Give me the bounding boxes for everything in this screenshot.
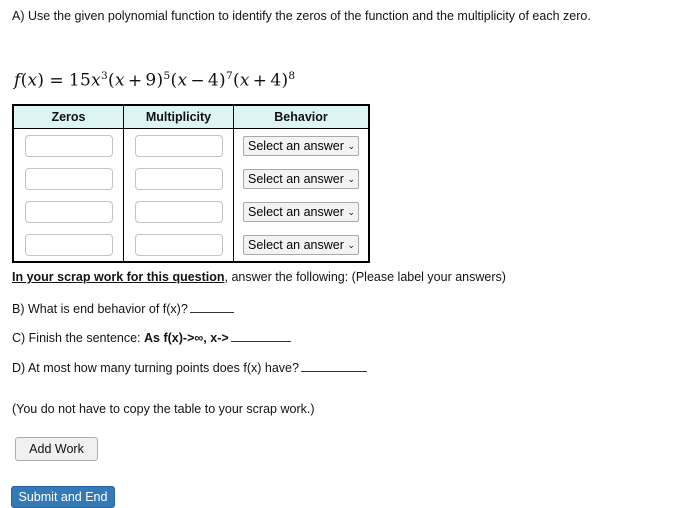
column-header-zeros: Zeros [12,104,124,129]
question-page: A) Use the given polynomial function to … [0,0,700,508]
formula-factor3-variable: x [239,70,250,91]
behavior-select-3[interactable]: Select an answer ⌄ [243,201,359,222]
answer-blank-d [300,371,367,372]
chevron-down-icon: ⌄ [347,140,355,151]
question-part-b-text: B) What is end behavior of f(x)? [12,302,188,316]
zero-input-2[interactable] [24,167,113,190]
polynomial-formula: f(x) = 15x3(x +9)5(x −4)7(x +4)8 [14,70,295,91]
table-row: Select an answer ⌄ [12,195,370,228]
formula-exponent-0: 3 [101,70,109,82]
question-part-d: D) At most how many turning points does … [12,360,367,376]
cell-multiplicity-3 [123,195,234,228]
behavior-select-3-label: Select an answer [248,204,344,219]
scrap-work-lead: In your scrap work for this question [12,270,225,284]
table-row: Select an answer ⌄ [12,228,370,262]
cell-zero-4 [12,228,124,262]
formula-factor2-variable: x [177,70,188,91]
formula-equals-sign: = [49,70,64,91]
formula-factor3-number: 4 [270,70,282,91]
behavior-select-4-label: Select an answer [248,237,344,252]
scrap-work-rest: , answer the following: (Please label yo… [224,270,506,284]
cell-multiplicity-4 [123,228,234,262]
formula-coefficient: 15 [68,70,92,91]
formula-factor2-operator: − [190,70,205,91]
formula-factor1-number: 9 [145,70,157,91]
zero-input-4[interactable] [24,233,113,256]
answer-blank-b [189,312,234,313]
chevron-down-icon: ⌄ [347,173,355,184]
question-part-b: B) What is end behavior of f(x)? [12,301,234,317]
behavior-select-1[interactable]: Select an answer ⌄ [243,135,359,156]
behavior-select-2[interactable]: Select an answer ⌄ [243,168,359,189]
cell-behavior-1: Select an answer ⌄ [233,128,370,162]
cell-multiplicity-2 [123,162,234,195]
formula-exponent-1: 5 [163,70,171,82]
scrap-table-note: (You do not have to copy the table to yo… [12,402,315,416]
question-part-c: C) Finish the sentence: As f(x)->∞, x-> [12,330,291,346]
formula-factor2-close: ) [219,70,226,91]
behavior-select-1-label: Select an answer [248,138,344,153]
zero-input-3[interactable] [24,200,113,223]
scrap-work-instruction: In your scrap work for this question, an… [12,269,672,285]
multiplicity-input-4[interactable] [134,233,223,256]
multiplicity-input-2[interactable] [134,167,223,190]
submit-and-end-button[interactable]: Submit and End [11,486,115,508]
add-work-button[interactable]: Add Work [15,437,98,461]
behavior-select-4[interactable]: Select an answer ⌄ [243,234,359,255]
column-header-behavior: Behavior [233,104,370,129]
formula-base-variable: x [91,70,102,91]
answer-blank-c [230,341,291,342]
cell-behavior-4: Select an answer ⌄ [233,228,370,262]
chevron-down-icon: ⌄ [347,239,355,250]
behavior-select-2-label: Select an answer [248,171,344,186]
question-part-c-prefix: C) Finish the sentence: [12,331,141,345]
formula-exponent-2: 7 [225,70,233,82]
cell-behavior-2: Select an answer ⌄ [233,162,370,195]
table-header-row: Zeros Multiplicity Behavior [12,104,370,129]
formula-factor1-operator: + [127,70,143,91]
formula-factor1-open: ( [108,70,115,91]
multiplicity-input-3[interactable] [134,200,223,223]
cell-zero-3 [12,195,124,228]
formula-factor2-number: 4 [207,70,219,91]
question-part-c-bold: As f(x)->∞, x-> [144,331,229,345]
zeros-multiplicity-table: Zeros Multiplicity Behavior Select an an… [12,104,370,263]
cell-multiplicity-1 [123,128,234,162]
formula-lhs-open-paren: ( [20,70,28,91]
formula-lhs-variable: x [27,70,38,91]
question-part-a-text: A) Use the given polynomial function to … [12,9,591,23]
cell-behavior-3: Select an answer ⌄ [233,195,370,228]
table-row: Select an answer ⌄ [12,128,370,162]
chevron-down-icon: ⌄ [347,206,355,217]
formula-factor3-operator: + [252,70,268,91]
multiplicity-input-1[interactable] [134,134,223,157]
cell-zero-2 [12,162,124,195]
question-part-d-text: D) At most how many turning points does … [12,361,299,375]
formula-exponent-3: 8 [288,70,296,82]
formula-factor3-open: ( [232,70,240,91]
column-header-multiplicity: Multiplicity [123,104,234,129]
cell-zero-1 [12,128,124,162]
zero-input-1[interactable] [24,134,113,157]
formula-factor1-variable: x [114,70,125,91]
formula-function-name: f [14,70,21,91]
table-row: Select an answer ⌄ [12,162,370,195]
